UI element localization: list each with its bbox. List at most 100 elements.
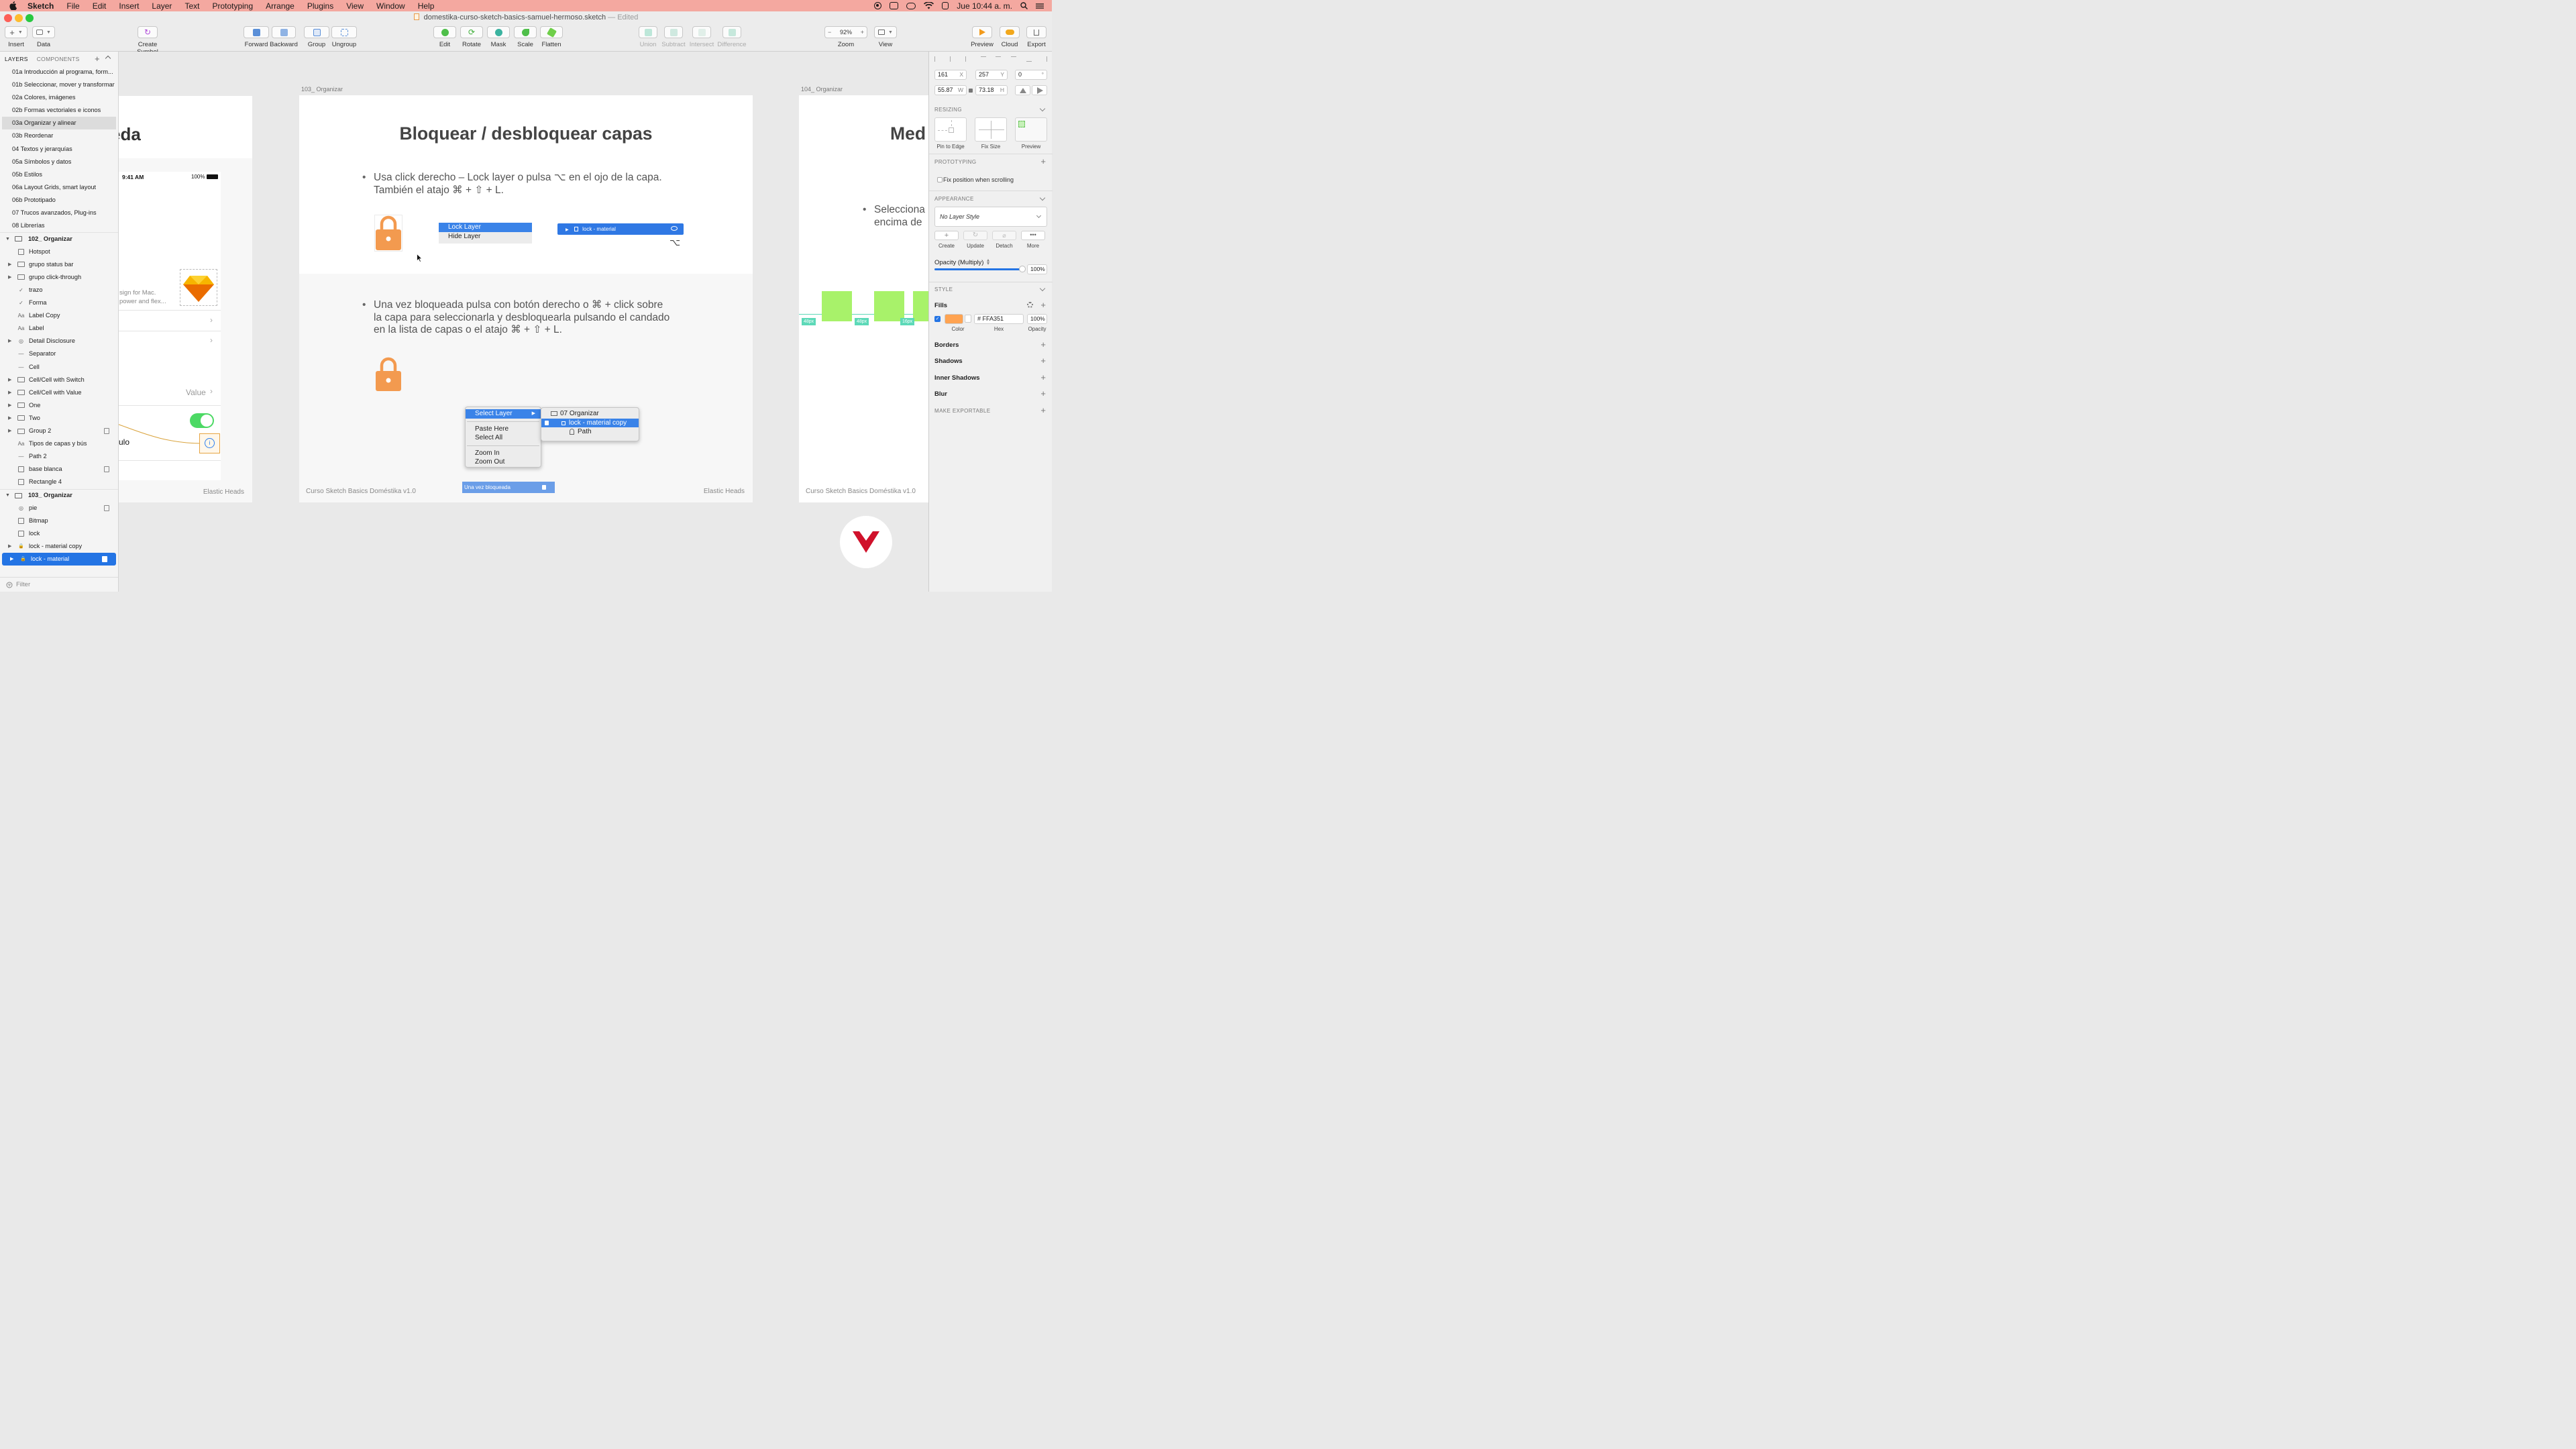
menu-file[interactable]: File [66, 1, 79, 11]
page-item[interactable]: 01a Introducción al programa, form... [0, 66, 118, 78]
opacity-field[interactable]: 100% [1027, 264, 1047, 274]
screen-mirroring-icon[interactable] [890, 2, 899, 9]
fix-position-checkbox[interactable] [937, 177, 943, 182]
layer-row[interactable]: Hotspot [0, 246, 118, 258]
layer-row[interactable]: ✓ Forma [0, 297, 118, 309]
layer-row[interactable]: — Separator [0, 347, 118, 360]
stepper-arrows-icon[interactable]: ▴ ▾ [987, 258, 989, 266]
disclosure-triangle-icon[interactable]: ▶ [0, 399, 11, 412]
insert-button[interactable]: + ▼ Insert [3, 26, 29, 48]
layer-row[interactable]: Aa Tipos de capas y bús [0, 437, 118, 450]
calendar-icon[interactable] [942, 2, 949, 9]
disclosure-triangle-icon[interactable]: ▶ [2, 553, 13, 566]
menu-window[interactable]: Window [376, 1, 405, 11]
disclosure-triangle-icon[interactable]: ▶ [0, 271, 11, 284]
scale-button[interactable]: Scale [513, 26, 537, 48]
width-field[interactable]: 55.87 W [934, 85, 967, 95]
cloud-button[interactable]: Cloud [998, 26, 1021, 48]
filter-field[interactable]: Filter [0, 577, 118, 592]
page-item[interactable]: 06a Layout Grids, smart layout [0, 181, 118, 194]
layer-row-selected[interactable]: ▶ 🔒 lock - material [2, 553, 116, 566]
data-button[interactable]: ▼ Data [32, 26, 56, 48]
chevron-down-icon[interactable] [1039, 105, 1046, 112]
layer-row[interactable]: ▶ Cell/Cell with Switch [0, 374, 118, 386]
align-bottom-icon[interactable] [1026, 56, 1032, 62]
creative-cloud-icon[interactable] [906, 2, 916, 9]
layer-row[interactable]: Aa Label Copy [0, 309, 118, 322]
more-style-button[interactable]: ••• [1021, 231, 1045, 240]
flip-vertical-button[interactable] [1032, 85, 1047, 95]
add-prototyping-icon[interactable]: + [1040, 157, 1046, 166]
mask-button[interactable]: Mask [486, 26, 511, 48]
artboard-104[interactable]: Med Selecciona encima de 48px 48px 16px … [799, 95, 928, 502]
flatten-button[interactable]: Flatten [539, 26, 564, 48]
fill-opacity-field[interactable]: 100% [1027, 314, 1047, 324]
disclosure-triangle-icon[interactable]: ▼ [5, 233, 10, 246]
align-middle-icon[interactable] [1011, 56, 1017, 62]
subtract-button[interactable]: Subtract [661, 26, 686, 48]
page-item[interactable]: 06b Prototipado [0, 194, 118, 207]
preview-button[interactable]: Preview [970, 26, 994, 48]
clock[interactable]: Jue 10:44 a. m. [957, 1, 1012, 11]
lock-icon[interactable] [104, 466, 109, 473]
height-field[interactable]: 73.18 H [975, 85, 1008, 95]
opacity-slider[interactable] [934, 266, 1026, 272]
layer-row[interactable]: — Path 2 [0, 450, 118, 463]
menu-plugins[interactable]: Plugins [307, 1, 333, 11]
layer-row[interactable]: ▶ One [0, 399, 118, 412]
layer-row[interactable]: ▶ Cell/Cell with Value [0, 386, 118, 399]
fill-hex-field[interactable]: # FFA351 [974, 314, 1024, 324]
tab-components[interactable]: COMPONENTS [37, 56, 80, 62]
gear-icon[interactable] [1027, 302, 1033, 308]
align-left-icon[interactable] [934, 56, 940, 62]
layer-row[interactable]: — Cell [0, 361, 118, 374]
layer-row[interactable]: ▶ 🔒 lock - material copy [0, 540, 118, 553]
menu-edit[interactable]: Edit [93, 1, 107, 11]
layer-row[interactable]: ▶ ◎ Detail Disclosure [0, 335, 118, 347]
disclosure-triangle-icon[interactable]: ▶ [0, 386, 11, 399]
menu-arrange[interactable]: Arrange [266, 1, 294, 11]
disclosure-triangle-icon[interactable]: ▶ [0, 412, 11, 425]
create-style-button[interactable]: + [934, 231, 959, 240]
layer-row[interactable]: ▶ grupo click-through [0, 271, 118, 284]
menu-text[interactable]: Text [184, 1, 199, 11]
rotation-field[interactable]: 0 ° [1015, 70, 1047, 80]
page-item[interactable]: 02b Formas vectoriales e iconos [0, 104, 118, 117]
menu-layer[interactable]: Layer [152, 1, 172, 11]
artboard-102[interactable]: eda 9:41 AM 100% sign for Mac. power and… [119, 96, 252, 502]
detach-style-button[interactable]: ⌀ [992, 231, 1016, 240]
add-page-icon[interactable]: + [95, 54, 100, 64]
artboard-label[interactable]: 103_ Organizar [301, 86, 343, 93]
layer-style-dropdown[interactable]: No Layer Style [934, 207, 1047, 227]
menu-view[interactable]: View [346, 1, 364, 11]
layer-row[interactable]: ▶ grupo status bar [0, 258, 118, 271]
page-item[interactable]: 05b Estilos [0, 168, 118, 181]
zoom-control[interactable]: − 92% + Zoom [824, 26, 868, 48]
disclosure-triangle-icon[interactable]: ▶ [0, 335, 11, 347]
disclosure-triangle-icon[interactable]: ▶ [0, 258, 11, 271]
view-button[interactable]: ▼ View [873, 26, 898, 48]
constrain-proportions-lock-icon[interactable] [969, 89, 973, 93]
add-inner-shadow-icon[interactable]: + [1040, 373, 1046, 382]
artboard-103[interactable]: Bloquear / desbloquear capas Usa click d… [299, 95, 753, 502]
add-shadow-icon[interactable]: + [1040, 356, 1046, 365]
control-center-icon[interactable] [1036, 3, 1044, 9]
zoom-out-icon[interactable]: − [828, 29, 831, 36]
color-variable-icon[interactable] [965, 315, 971, 323]
chevron-down-icon[interactable] [1039, 285, 1046, 292]
menu-help[interactable]: Help [418, 1, 435, 11]
wifi-icon[interactable] [924, 2, 934, 9]
collapse-pages-icon[interactable] [105, 55, 111, 62]
layer-row[interactable]: ◎ pie [0, 502, 118, 515]
page-item[interactable]: 01b Seleccionar, mover y transformar [0, 78, 118, 91]
lock-icon[interactable] [104, 505, 109, 511]
distribute-horizontal-icon[interactable] [980, 56, 986, 62]
update-style-button[interactable]: ↻ [963, 231, 987, 240]
menu-prototyping[interactable]: Prototyping [212, 1, 253, 11]
opacity-blend-label[interactable]: Opacity (Multiply) [934, 259, 983, 266]
layer-row[interactable]: ▶ Two [0, 412, 118, 425]
opacity-slider-knob[interactable] [1019, 266, 1026, 272]
layer-row[interactable]: Rectangle 4 [0, 476, 118, 488]
intersect-button[interactable]: Intersect [688, 26, 715, 48]
y-field[interactable]: 257 Y [975, 70, 1008, 80]
